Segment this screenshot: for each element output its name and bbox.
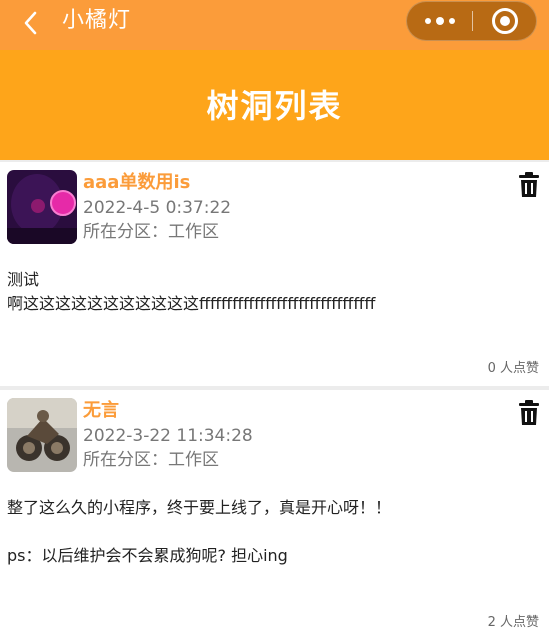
- post-content: 整了这么久的小程序，终于要上线了，真是开心呀！！ ps：以后维护会不会累成狗呢?…: [7, 496, 542, 568]
- avatar[interactable]: [7, 170, 77, 244]
- app-title: 小橘灯: [62, 8, 132, 33]
- post-author: aaa单数用is: [83, 172, 191, 193]
- like-count[interactable]: 2 人点赞: [488, 614, 539, 632]
- post-zone: 所在分区：工作区: [83, 222, 219, 242]
- post-time: 2022-4-5 0:37:22: [83, 198, 232, 218]
- content-line: ps：以后维护会不会累成狗呢? 担心ing: [7, 546, 288, 565]
- chevron-left-icon[interactable]: [18, 9, 46, 37]
- content-line: 啊这这这这这这这这这这这ffffffffffffffffffffffffffff…: [7, 294, 376, 313]
- content-line: [7, 520, 542, 544]
- target-circle-icon[interactable]: [492, 8, 518, 34]
- avatar[interactable]: [7, 398, 77, 472]
- capsule-divider: [472, 11, 473, 31]
- trash-icon[interactable]: [518, 172, 540, 198]
- more-dots-icon[interactable]: [407, 2, 472, 40]
- page-title: 树洞列表: [206, 87, 343, 125]
- post-author: 无言: [83, 400, 119, 421]
- like-count[interactable]: 0 人点赞: [488, 360, 539, 378]
- content-line: 测试: [7, 270, 40, 289]
- page-header: 树洞列表: [0, 50, 549, 160]
- post-time: 2022-3-22 11:34:28: [83, 426, 253, 446]
- post-card: aaa单数用is 2022-4-5 0:37:22 所在分区：工作区 测试 啊这…: [0, 162, 549, 386]
- trash-icon[interactable]: [518, 400, 540, 426]
- post-content: 测试 啊这这这这这这这这这这这fffffffffffffffffffffffff…: [7, 268, 542, 316]
- menu-capsule: [406, 1, 537, 41]
- content-line: 整了这么久的小程序，终于要上线了，真是开心呀！！: [7, 498, 392, 517]
- post-zone: 所在分区：工作区: [83, 450, 219, 470]
- navigation-bar: 小橘灯: [0, 0, 549, 50]
- post-card: 无言 2022-3-22 11:34:28 所在分区：工作区 整了这么久的小程序…: [0, 390, 549, 641]
